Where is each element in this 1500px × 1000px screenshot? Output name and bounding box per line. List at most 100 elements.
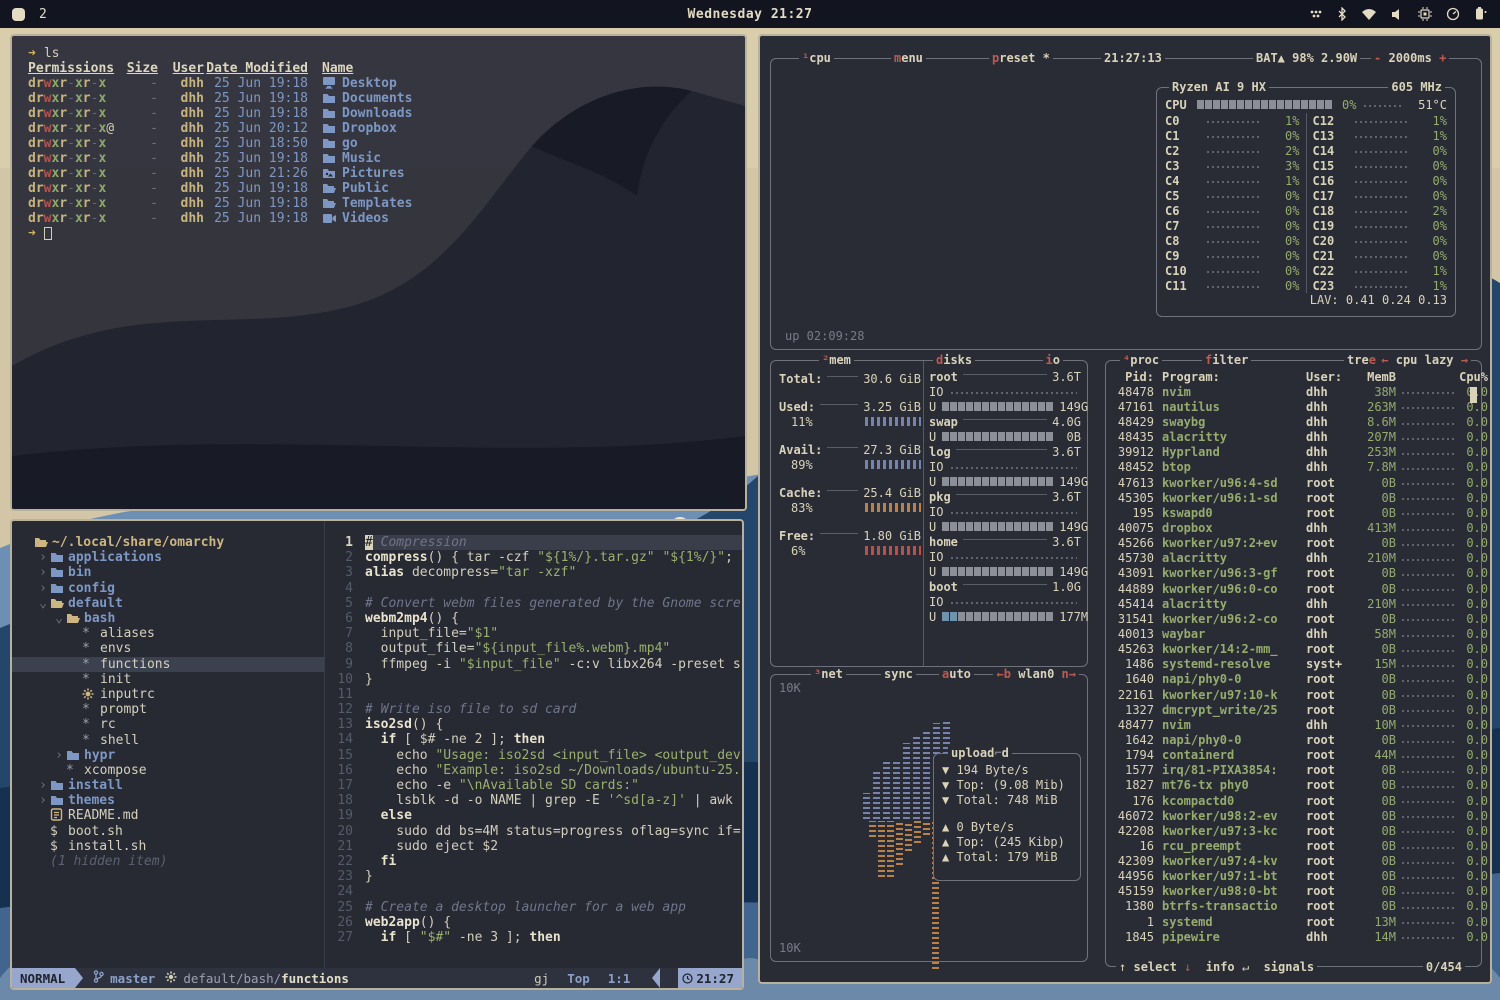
proc-sort-control[interactable]: ← cpu lazy → xyxy=(1378,353,1471,367)
proc-row[interactable]: 1640napi/phy0-0root0B0.0 xyxy=(1106,672,1481,687)
code-line[interactable]: 5# Convert webm files generated by the G… xyxy=(325,596,742,611)
cpu-chip-icon[interactable] xyxy=(1418,7,1432,21)
proc-row[interactable]: 45266kworker/u97:2+evroot0B0.0 xyxy=(1106,536,1481,551)
gauge-icon[interactable] xyxy=(1446,7,1460,21)
chevron-icon[interactable]: › xyxy=(52,748,66,763)
code-line[interactable]: 21 sudo eject $2 xyxy=(325,839,742,854)
code-line[interactable]: 19 else xyxy=(325,808,742,823)
code-editor-panel[interactable]: 1# Compression2compress() { tar -czf "${… xyxy=(324,521,742,968)
proc-row[interactable]: 1642napi/phy0-0root0B0.0 xyxy=(1106,732,1481,747)
proc-tree-toggle[interactable]: tree xyxy=(1344,353,1379,367)
chevron-icon[interactable]: › xyxy=(36,565,50,580)
chevron-icon[interactable]: › xyxy=(36,778,50,793)
proc-row[interactable]: 44889kworker/u96:0-coroot0B0.0 xyxy=(1106,581,1481,596)
preset-button[interactable]: preset * xyxy=(989,51,1053,65)
tree-item-install-sh[interactable]: $install.sh xyxy=(12,839,324,854)
proc-row[interactable]: 48478nvimdhh38M0.0 xyxy=(1106,384,1481,399)
code-line[interactable]: 25# Create a desktop launcher for a web … xyxy=(325,900,742,915)
proc-row[interactable]: 44956kworker/u97:1-btroot0B0.0 xyxy=(1106,869,1481,884)
proc-row[interactable]: 47613kworker/u96:4-sdroot0B0.0 xyxy=(1106,475,1481,490)
proc-row[interactable]: 48429swaybgdhh8.6M0.0 xyxy=(1106,414,1481,429)
terminal-window[interactable]: ➜ls PermissionsSizeUserDate ModifiedName… xyxy=(10,34,747,511)
code-line[interactable]: 24 xyxy=(325,884,742,899)
tree-item-rc[interactable]: *rc xyxy=(12,717,324,732)
tree-item-default[interactable]: ⌄default xyxy=(12,596,324,611)
io-mode-toggle[interactable]: ³io xyxy=(1043,353,1063,367)
tree-item-aliases[interactable]: *aliases xyxy=(12,626,324,641)
code-line[interactable]: 15 echo "Usage: iso2sd <input_file> <out… xyxy=(325,748,742,763)
keyboard-icon[interactable] xyxy=(1309,8,1323,20)
btop-window[interactable]: ¹cpu menu preset * 21:27:13 BAT▲ 98% 2.9… xyxy=(758,34,1492,984)
tree-item-envs[interactable]: *envs xyxy=(12,641,324,656)
git-branch-name[interactable]: master xyxy=(110,971,155,986)
proc-scrollbar[interactable] xyxy=(1470,387,1477,403)
code-line[interactable]: 1# Compression xyxy=(325,535,742,550)
proc-row[interactable]: 1845pipewiredhh14M0.0 xyxy=(1106,929,1481,944)
tree-item-config[interactable]: ›config xyxy=(12,581,324,596)
code-line[interactable]: 17 echo -e "\nAvailable SD cards:" xyxy=(325,778,742,793)
bluetooth-icon[interactable] xyxy=(1337,7,1347,21)
proc-row[interactable]: 16rcu_preemptroot0B0.0 xyxy=(1106,838,1481,853)
proc-row[interactable]: 39912Hyprlanddhh253M0.0 xyxy=(1106,445,1481,460)
tree-item-hypr[interactable]: ›hypr xyxy=(12,748,324,763)
chevron-icon[interactable]: › xyxy=(36,581,50,596)
code-line[interactable]: 10} xyxy=(325,672,742,687)
volume-icon[interactable] xyxy=(1391,8,1404,21)
tree-item-themes[interactable]: ›themes xyxy=(12,793,324,808)
tree-item-shell[interactable]: *shell xyxy=(12,732,324,747)
proc-row[interactable]: 1380btrfs-transactioroot0B0.0 xyxy=(1106,899,1481,914)
proc-row[interactable]: 45730alacrittydhh210M0.0 xyxy=(1106,551,1481,566)
code-line[interactable]: 12# Write iso file to sd card xyxy=(325,702,742,717)
tree-item-prompt[interactable]: *prompt xyxy=(12,702,324,717)
proc-row[interactable]: 22161kworker/u97:10-kroot0B0.0 xyxy=(1106,687,1481,702)
wifi-icon[interactable] xyxy=(1361,8,1377,21)
proc-row[interactable]: 1794containerdroot44M0.0 xyxy=(1106,748,1481,763)
proc-row[interactable]: 40013waybardhh58M0.0 xyxy=(1106,626,1481,641)
code-line[interactable]: 23} xyxy=(325,869,742,884)
disks-toggle[interactable]: disks xyxy=(933,353,975,367)
code-line[interactable]: 2compress() { tar -czf "${1%/}.tar.gz" "… xyxy=(325,550,742,565)
code-line[interactable]: 22 fi xyxy=(325,854,742,869)
proc-row[interactable]: 48435alacrittydhh207M0.0 xyxy=(1106,430,1481,445)
proc-row[interactable]: 40075dropboxdhh413M0.0 xyxy=(1106,520,1481,535)
tree-item--local-share-omarchy[interactable]: ~/.local/share/omarchy xyxy=(12,535,324,550)
code-line[interactable]: 4 xyxy=(325,581,742,596)
cpu-pane-tab[interactable]: ¹cpu xyxy=(799,51,834,65)
proc-row[interactable]: 45263kworker/14:2-mm_root0B0.0 xyxy=(1106,642,1481,657)
proc-row[interactable]: 43091kworker/u96:3-gfroot0B0.0 xyxy=(1106,566,1481,581)
chevron-icon[interactable]: ⌄ xyxy=(52,611,66,626)
tree-item-inputrc[interactable]: inputrc xyxy=(12,687,324,702)
update-interval-control[interactable]: - 2000ms + xyxy=(1371,51,1449,65)
proc-row[interactable]: 48452btopdhh7.8M0.0 xyxy=(1106,460,1481,475)
proc-row[interactable]: 47161nautilusdhh263M0.0 xyxy=(1106,399,1481,414)
code-line[interactable]: 11 xyxy=(325,687,742,702)
proc-row[interactable]: 1577irq/81-PIXA3854:root0B0.0 xyxy=(1106,763,1481,778)
tree-item-install[interactable]: ›install xyxy=(12,778,324,793)
battery-icon[interactable] xyxy=(1474,7,1488,21)
tree-item-bin[interactable]: ›bin xyxy=(12,565,324,580)
chevron-icon[interactable]: ⌄ xyxy=(36,596,50,611)
proc-row[interactable]: 176kcompactd0root0B0.0 xyxy=(1106,793,1481,808)
chevron-icon[interactable]: › xyxy=(36,793,50,808)
code-line[interactable]: 9 ffmpeg -i "$input_file" -c:v libx264 -… xyxy=(325,657,742,672)
menu-button[interactable]: menu xyxy=(891,51,926,65)
proc-row[interactable]: 45414alacrittydhh210M0.0 xyxy=(1106,596,1481,611)
proc-row[interactable]: 42309kworker/u97:4-kvroot0B0.0 xyxy=(1106,854,1481,869)
proc-row[interactable]: 45159kworker/u98:0-btroot0B0.0 xyxy=(1106,884,1481,899)
code-line[interactable]: 16 echo "Example: iso2sd ~/Downloads/ubu… xyxy=(325,763,742,778)
file-tree-panel[interactable]: ~/.local/share/omarchy›applications›bin›… xyxy=(12,521,324,968)
code-line[interactable]: 7 input_file="$1" xyxy=(325,626,742,641)
code-line[interactable]: 8 output_file="${input_file%.webm}.mp4" xyxy=(325,641,742,656)
tree-item-readme-md[interactable]: README.md xyxy=(12,808,324,823)
proc-row[interactable]: 1327dmcrypt_write/25root0B0.0 xyxy=(1106,702,1481,717)
proc-row[interactable]: 1827mt76-tx phy0root0B0.0 xyxy=(1106,778,1481,793)
terminal-prompt-line-2[interactable]: ➜ xyxy=(28,226,745,241)
code-line[interactable]: 20 sudo dd bs=4M status=progress oflag=s… xyxy=(325,824,742,839)
proc-footer-keys[interactable]: ↑ select ↓ info ↵ signals xyxy=(1116,960,1317,974)
tree-item-init[interactable]: *init xyxy=(12,672,324,687)
tree-item-applications[interactable]: ›applications xyxy=(12,550,324,565)
code-line[interactable]: 27 if [ "$#" -ne 3 ]; then xyxy=(325,930,742,945)
code-line[interactable]: 14 if [ $# -ne 2 ]; then xyxy=(325,732,742,747)
code-line[interactable]: 3alias decompress="tar -xzf" xyxy=(325,565,742,580)
code-line[interactable]: 26web2app() { xyxy=(325,915,742,930)
